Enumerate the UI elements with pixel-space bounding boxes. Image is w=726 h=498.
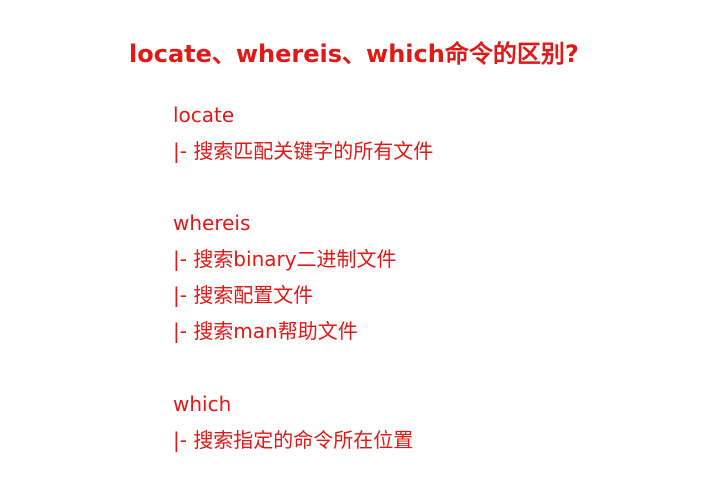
section-whereis: whereis |- 搜索binary二进制文件 |- 搜索配置文件 |- 搜索…: [173, 205, 397, 349]
page-title: locate、whereis、which命令的区别?: [129, 40, 579, 68]
description-line: |- 搜索binary二进制文件: [173, 247, 397, 271]
description-line: |- 搜索man帮助文件: [173, 319, 358, 343]
command-name-locate: locate: [173, 103, 235, 127]
command-name-whereis: whereis: [173, 211, 251, 235]
section-locate: locate |- 搜索匹配关键字的所有文件: [173, 97, 433, 169]
description-line: |- 搜索配置文件: [173, 283, 314, 307]
command-name-which: which: [173, 392, 232, 416]
section-which: which |- 搜索指定的命令所在位置: [173, 386, 413, 458]
description-line: |- 搜索指定的命令所在位置: [173, 428, 414, 452]
description-line: |- 搜索匹配关键字的所有文件: [173, 139, 434, 163]
